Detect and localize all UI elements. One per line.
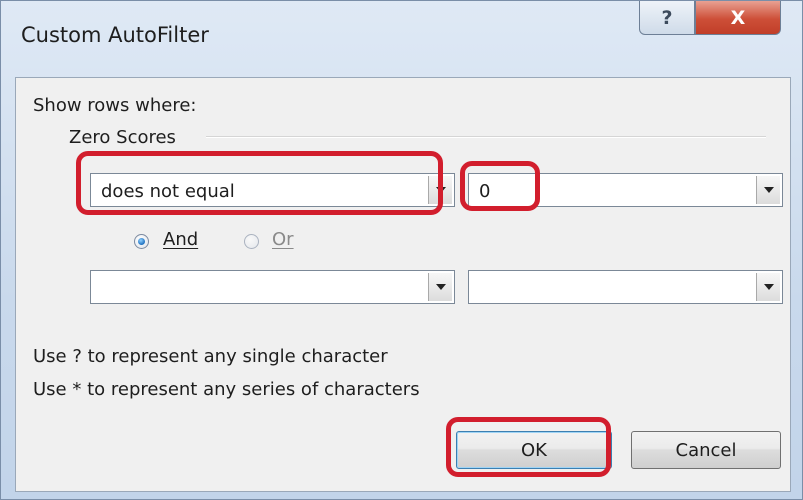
value-combo-1-value: 0	[479, 181, 491, 202]
operator-combo-1-value: does not equal	[101, 181, 235, 202]
hint-single-character: Use ? to represent any single character	[33, 346, 388, 367]
cancel-button[interactable]: Cancel	[631, 431, 781, 469]
chevron-down-icon[interactable]	[756, 176, 780, 204]
dialog-title: Custom AutoFilter	[21, 23, 209, 47]
chevron-down-icon[interactable]	[756, 273, 780, 301]
chevron-down-icon[interactable]	[428, 176, 452, 204]
close-icon: X	[730, 6, 746, 29]
ok-button[interactable]: OK	[456, 431, 612, 469]
value-combo-2[interactable]	[468, 270, 783, 304]
title-bar: Custom AutoFilter ? X	[1, 1, 802, 73]
value-combo-1[interactable]: 0	[468, 173, 783, 207]
help-icon: ?	[661, 6, 673, 29]
show-rows-label: Show rows where:	[33, 95, 197, 116]
chevron-down-icon[interactable]	[428, 273, 452, 301]
and-label[interactable]: And	[163, 229, 198, 250]
custom-autofilter-dialog: Custom AutoFilter ? X Show rows where: Z…	[0, 0, 803, 500]
or-label[interactable]: Or	[272, 229, 294, 250]
operator-combo-1[interactable]: does not equal	[90, 173, 455, 207]
group-divider	[206, 136, 766, 138]
operator-combo-2[interactable]	[90, 270, 455, 304]
field-name-label: Zero Scores	[69, 127, 176, 148]
or-radio[interactable]	[244, 234, 259, 249]
hint-series-characters: Use * to represent any series of charact…	[33, 379, 420, 400]
dialog-body: Show rows where: Zero Scores does not eq…	[15, 77, 791, 492]
help-button[interactable]: ?	[639, 1, 695, 35]
and-radio[interactable]	[134, 234, 149, 249]
close-button[interactable]: X	[695, 1, 781, 35]
